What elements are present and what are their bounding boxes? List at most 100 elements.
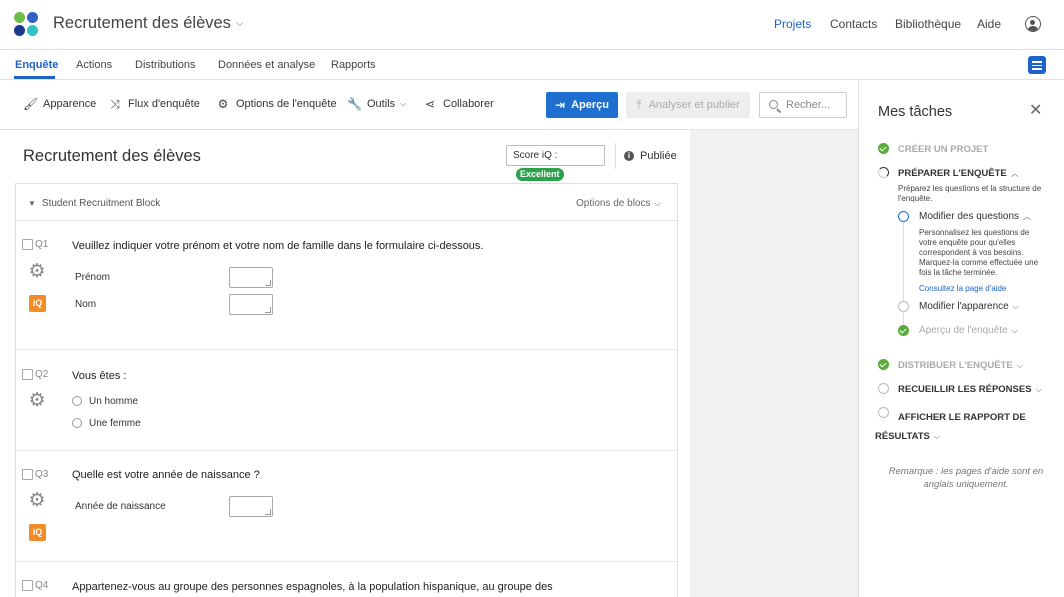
check-circle-icon: [898, 325, 909, 336]
open-circle-icon: [898, 301, 909, 312]
tools-menu-button[interactable]: 🔧 Outils ⌵: [347, 98, 406, 110]
nav-contacts[interactable]: Contacts: [830, 17, 877, 31]
block-name[interactable]: ▼ Student Recruitment Block: [28, 198, 160, 209]
prenom-input[interactable]: [229, 267, 273, 288]
open-circle-icon: [878, 383, 889, 394]
survey-title: Recrutement des élèves: [23, 147, 201, 165]
iq-warning-icon[interactable]: iQ: [29, 524, 46, 541]
flow-icon: ⤨: [110, 97, 120, 111]
iq-score-button[interactable]: Score iQ :Excellent: [506, 145, 605, 181]
tasks-title: Mes tâches: [878, 104, 953, 120]
iq-warning-icon[interactable]: iQ: [29, 295, 46, 312]
question-text[interactable]: Veuillez indiquer votre prénom et votre …: [72, 240, 483, 252]
option-label: Un homme: [89, 396, 138, 407]
chevron-down-icon: ⌵: [235, 18, 244, 29]
survey-flow-button[interactable]: ⤨ Flux d'enquête: [108, 98, 200, 110]
close-icon[interactable]: ✕: [1029, 100, 1042, 120]
question-separator: [16, 450, 677, 451]
tab-actions[interactable]: Actions: [76, 59, 112, 71]
chevron-up-icon: ︿: [1010, 169, 1019, 178]
chevron-down-icon: ⌵: [1035, 385, 1042, 394]
task-collect-responses[interactable]: RECUEILLIR LES RÉPONSES ⌵: [898, 384, 1042, 395]
chevron-down-icon: ⌵: [1012, 302, 1019, 311]
nom-input[interactable]: [229, 294, 273, 315]
survey-options-button[interactable]: ⚙ Options de l'enquête: [216, 98, 337, 110]
subtask-preview-survey[interactable]: Aperçu de l'enquête ⌵: [919, 325, 1018, 336]
gear-icon[interactable]: ⚙: [28, 491, 46, 510]
active-tab-indicator: [14, 76, 55, 79]
chevron-down-icon: ⌵: [400, 99, 407, 108]
user-account-icon[interactable]: [1025, 16, 1041, 32]
chevron-down-icon: ⌵: [933, 432, 940, 441]
help-page-link[interactable]: Consultez la page d'aide: [919, 284, 1006, 293]
tasks-panel: Mes tâches ✕ CRÉER UN PROJET PRÉPARER L'…: [858, 80, 1064, 597]
divider: [615, 143, 616, 169]
open-circle-icon: [898, 211, 909, 222]
chevron-up-icon: ︿: [1023, 212, 1032, 221]
option-label: Une femme: [89, 418, 141, 429]
preview-arrow-icon: ⇥: [555, 98, 566, 112]
radio-femme[interactable]: [72, 418, 82, 428]
question-separator: [16, 561, 677, 562]
in-progress-icon: [878, 167, 889, 178]
search-input[interactable]: Recher...: [759, 92, 847, 118]
question-checkbox[interactable]: [22, 369, 33, 380]
tab-distributions[interactable]: Distributions: [135, 59, 196, 71]
question-number: Q4: [35, 580, 49, 591]
task-create-project[interactable]: CRÉER UN PROJET: [898, 144, 988, 155]
task-distribute[interactable]: DISTRIBUER L'ENQUÊTE ⌵: [898, 360, 1023, 371]
project-title[interactable]: Recrutement des élèves ⌵: [53, 14, 244, 33]
chevron-down-icon: ⌵: [654, 199, 661, 208]
question-checkbox[interactable]: [22, 580, 33, 591]
nav-bibliotheque[interactable]: Bibliothèque: [895, 17, 961, 31]
appearance-button[interactable]: 🖌 Apparence: [23, 98, 96, 110]
info-icon: i: [624, 151, 634, 161]
subtask-description: Personnalisez les questions de votre enq…: [919, 228, 1039, 277]
analyze-publish-button[interactable]: ⤒ Analyser et publier: [626, 92, 750, 118]
share-icon: ⋖: [424, 97, 436, 111]
block-header: ▼ Student Recruitment Block Options de bl…: [16, 184, 677, 221]
tasks-list-icon[interactable]: [1028, 56, 1046, 74]
question-text[interactable]: Quelle est votre année de naissance ?: [72, 469, 260, 481]
birth-year-input[interactable]: [229, 496, 273, 517]
published-status[interactable]: i Publiée: [624, 150, 677, 162]
question-number: Q2: [35, 369, 49, 380]
check-circle-icon: [878, 359, 889, 370]
block-options-menu[interactable]: Options de blocs ⌵: [576, 198, 661, 209]
task-description: Préparez les questions et la structure d…: [898, 184, 1042, 203]
task-prepare-survey[interactable]: PRÉPARER L'ENQUÊTE ︿: [898, 168, 1019, 179]
publish-upload-icon: ⤒: [636, 97, 642, 112]
nav-aide[interactable]: Aide: [977, 17, 1001, 31]
chevron-down-icon: ⌵: [1011, 326, 1018, 335]
tab-enquete[interactable]: Enquête: [15, 59, 58, 71]
tab-rapports[interactable]: Rapports: [331, 59, 376, 71]
tab-donnees-analyse[interactable]: Données et analyse: [218, 59, 315, 71]
qualtrics-logo-icon[interactable]: [14, 12, 40, 38]
canvas-margin: [690, 130, 858, 597]
field-label: Nom: [75, 299, 97, 310]
radio-homme[interactable]: [72, 396, 82, 406]
gear-icon[interactable]: ⚙: [28, 391, 46, 410]
paint-brush-icon: 🖌: [23, 97, 39, 111]
collaborate-button[interactable]: ⋖ Collaborer: [423, 98, 494, 110]
question-text[interactable]: Appartenez-vous au groupe des personnes …: [72, 581, 553, 593]
question-checkbox[interactable]: [22, 469, 33, 480]
question-text[interactable]: Vous êtes :: [72, 370, 126, 382]
gear-icon[interactable]: ⚙: [28, 262, 46, 281]
collapse-triangle-icon: ▼: [28, 199, 36, 208]
field-label: Année de naissance: [75, 501, 166, 512]
score-badge: Excellent: [516, 168, 564, 181]
survey-tabs: Enquête Actions Distributions Données et…: [0, 50, 1064, 80]
survey-block: ▼ Student Recruitment Block Options de bl…: [15, 183, 678, 597]
help-note: Remarque : les pages d'aide sont en angl…: [888, 466, 1044, 490]
subtask-edit-appearance[interactable]: Modifier l'apparence ⌵: [919, 301, 1019, 312]
wrench-icon: 🔧: [347, 97, 362, 111]
question-checkbox[interactable]: [22, 239, 33, 250]
preview-button[interactable]: ⇥ Aperçu: [546, 92, 618, 118]
top-bar: Recrutement des élèves ⌵ Projets Contacts…: [0, 0, 1064, 50]
check-circle-icon: [878, 143, 889, 154]
task-view-report[interactable]: AFFICHER LE RAPPORT DE RÉSULTATS ⌵: [875, 408, 1035, 446]
question-number: Q1: [35, 239, 49, 250]
subtask-edit-questions[interactable]: Modifier des questions ︿: [919, 211, 1031, 222]
nav-projets[interactable]: Projets: [774, 17, 811, 31]
